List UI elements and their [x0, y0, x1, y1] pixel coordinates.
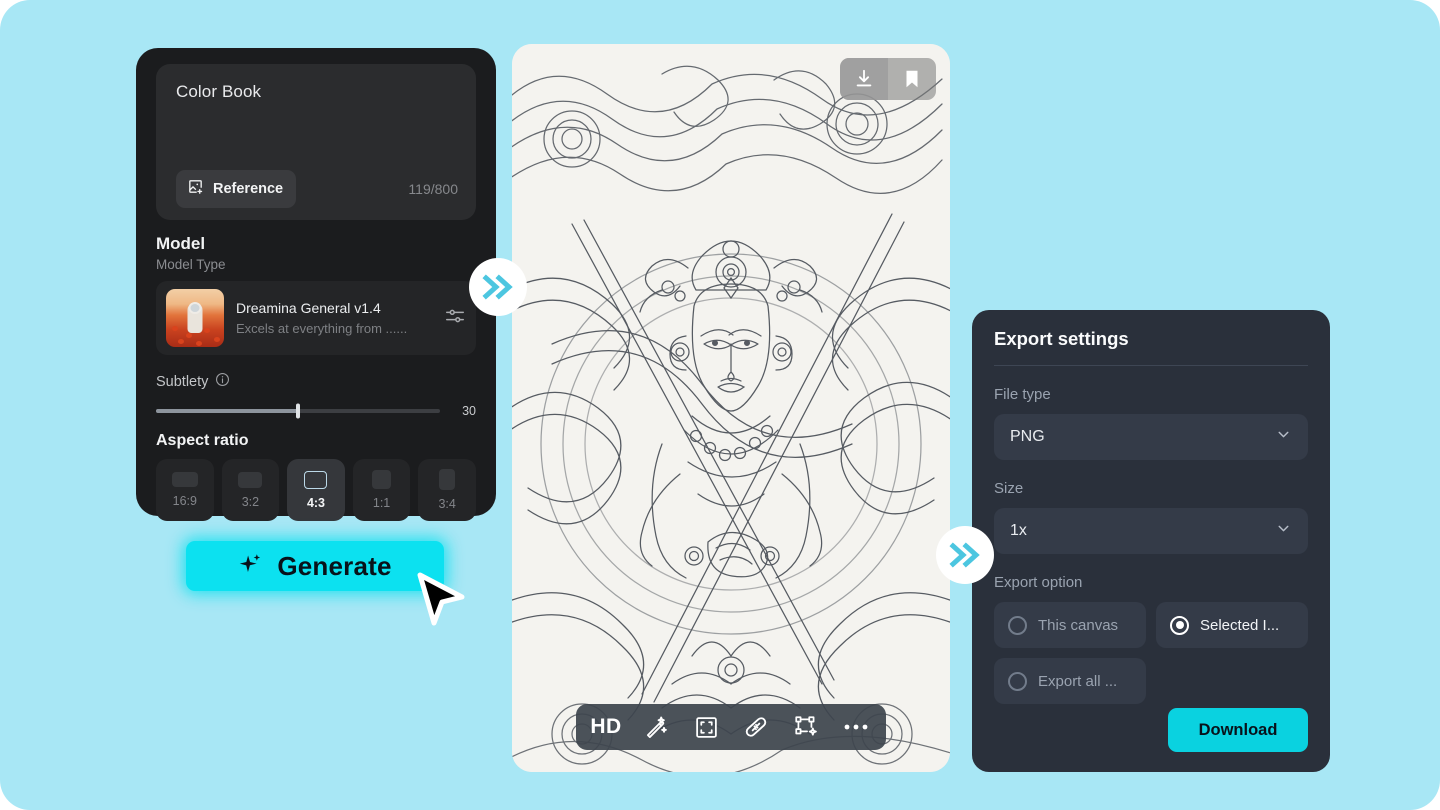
expand-icon[interactable] [690, 711, 722, 743]
image-plus-icon [187, 178, 204, 200]
aspect-ratio-glyph [439, 469, 456, 490]
model-section-title: Model [156, 234, 206, 253]
export-option-label: Export option [994, 574, 1083, 591]
image-canvas[interactable]: HD [512, 44, 950, 772]
artwork-line-art [512, 44, 950, 772]
chevron-down-icon [1275, 520, 1292, 542]
export-option-label-text: Export all ... [1038, 672, 1118, 690]
size-label: Size [994, 480, 1024, 497]
subtlety-slider[interactable] [156, 403, 440, 419]
transform-frame-icon[interactable] [790, 711, 822, 743]
export-option-3[interactable]: Export all ... [994, 658, 1146, 704]
generate-button-wrap: Generate [182, 537, 450, 595]
retouch-bandage-icon[interactable] [740, 711, 772, 743]
aspect-ratio-label: 1:1 [372, 496, 391, 510]
aspect-ratio-label: 3:4 [438, 497, 456, 511]
file-type-select[interactable]: PNG [994, 414, 1308, 460]
aspect-ratio-glyph [304, 470, 328, 489]
aspect-ratio-label: 3:2 [241, 494, 260, 509]
sparkle-star-icon [238, 551, 264, 582]
model-description: Excels at everything from ...... [236, 321, 408, 336]
size-select[interactable]: 1x [994, 508, 1308, 554]
aspect-ratio-3-2[interactable]: 3:2 [221, 459, 280, 521]
export-settings-panel: Export settings File type PNG Size 1x Ex… [972, 310, 1330, 772]
canvas-top-actions [840, 58, 936, 100]
slider-handle[interactable] [296, 403, 300, 419]
aspect-ratio-1-1[interactable]: 1:1 [352, 459, 411, 521]
reference-button[interactable]: Reference [176, 170, 297, 208]
subtlety-label: Subtlety [156, 374, 209, 390]
download-label: Download [1198, 720, 1278, 739]
export-option-2[interactable]: Selected I... [1156, 602, 1308, 648]
aspect-ratio-label: 4:3 [306, 495, 326, 510]
export-option-group: This canvas Selected I... Export all ... [994, 602, 1308, 704]
prompt-footer: Reference 119/800 [166, 170, 466, 208]
export-option-1[interactable]: This canvas [994, 602, 1146, 648]
chevron-down-icon [1275, 426, 1292, 448]
radio-button[interactable] [1008, 615, 1027, 635]
export-option-label-text: This canvas [1038, 616, 1119, 634]
canvas-toolbar: HD [576, 704, 886, 750]
magic-wand-icon[interactable] [640, 711, 672, 743]
aspect-ratio-glyph [238, 471, 263, 488]
slider-fill [156, 409, 298, 413]
download-icon[interactable] [840, 58, 888, 100]
model-info: Dreamina General v1.4 Excels at everythi… [236, 300, 432, 336]
divider [994, 365, 1308, 366]
hd-label: HD [590, 715, 622, 738]
generate-button[interactable]: Generate [186, 541, 444, 591]
radio-button[interactable] [1008, 671, 1027, 691]
export-settings-title: Export settings [994, 328, 1129, 349]
generation-settings-panel: Color Book Reference 119/800 Model Model… [136, 48, 496, 521]
info-icon[interactable] [215, 372, 230, 392]
subtlety-slider-row: 30 [156, 403, 476, 419]
aspect-ratio-options: 16:9 3:2 4:3 1:1 3:4 [156, 459, 476, 521]
reference-label: Reference [213, 181, 284, 197]
model-name: Dreamina General v1.4 [236, 300, 381, 316]
model-selector-row[interactable]: Dreamina General v1.4 Excels at everythi… [156, 281, 476, 355]
radio-button[interactable] [1170, 615, 1189, 635]
aspect-ratio-glyph [372, 470, 392, 489]
aspect-ratio-title: Aspect ratio [156, 432, 249, 449]
sliders-icon[interactable] [444, 305, 466, 332]
size-value: 1x [1010, 522, 1027, 539]
double-chevron-right-icon [469, 258, 527, 316]
subtlety-row: Subtlety [156, 372, 476, 392]
double-chevron-right-icon [936, 526, 994, 584]
download-button[interactable]: Download [1168, 708, 1308, 752]
model-section-subtitle: Model Type [156, 257, 226, 272]
character-counter: 119/800 [408, 181, 458, 197]
file-type-value: PNG [1010, 428, 1045, 445]
aspect-ratio-16-9[interactable]: 16:9 [156, 459, 214, 521]
prompt-card[interactable]: Color Book Reference 119/800 [156, 64, 476, 220]
generate-label: Generate [277, 550, 392, 581]
aspect-ratio-label: 16:9 [172, 494, 197, 508]
file-type-label: File type [994, 386, 1051, 403]
aspect-ratio-glyph [171, 472, 198, 487]
aspect-ratio-3-4[interactable]: 3:4 [418, 459, 476, 521]
app-screenshot: Color Book Reference 119/800 Model Model… [0, 0, 1440, 810]
subtlety-value: 30 [462, 404, 476, 418]
hd-button[interactable]: HD [590, 711, 622, 743]
model-thumbnail [166, 289, 224, 347]
aspect-ratio-4-3[interactable]: 4:3 [287, 459, 345, 521]
more-options-icon[interactable] [840, 711, 872, 743]
prompt-text[interactable]: Color Book [166, 82, 466, 102]
export-option-label-text: Selected I... [1200, 616, 1280, 634]
bookmark-icon[interactable] [888, 58, 936, 100]
